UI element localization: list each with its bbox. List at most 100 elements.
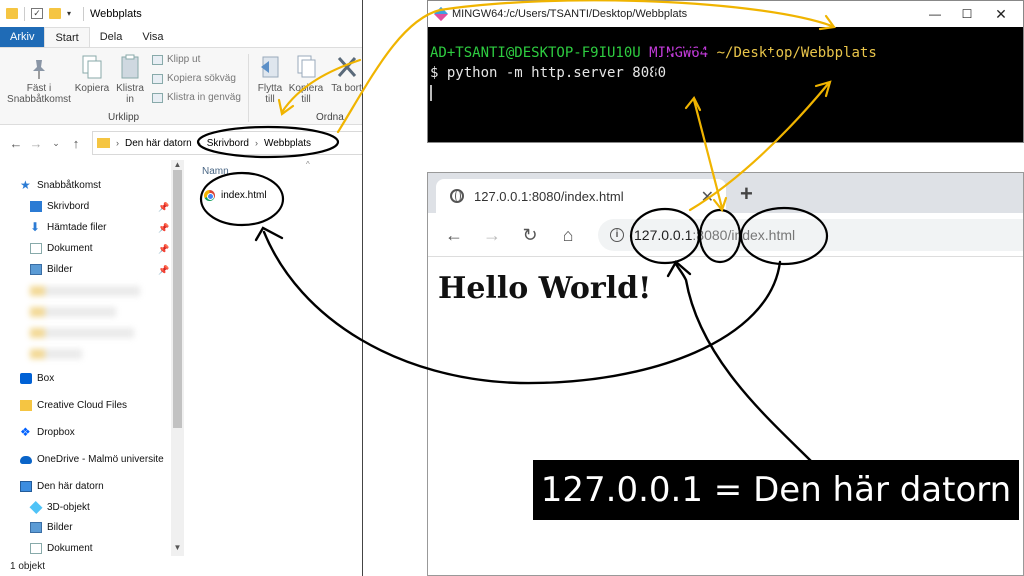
breadcrumb-chevron-icon[interactable]: › (198, 138, 201, 148)
copy-button[interactable]: Kopiera (74, 54, 110, 94)
address-bar[interactable]: › Den här datorn › Skrivbord › Webbplats (92, 131, 362, 155)
copy-path-button[interactable]: Kopiera sökväg (152, 73, 236, 84)
sidebar-item-label: Creative Cloud Files (37, 400, 128, 411)
sidebar-item-label: Snabbåtkomst (37, 180, 101, 191)
move-to-button[interactable]: Flytta till (252, 54, 288, 105)
delete-label: Ta bort (331, 83, 362, 94)
star-icon: ★ (20, 178, 31, 192)
back-arrow-icon[interactable]: ← (6, 136, 26, 151)
blurred-folder (30, 286, 140, 296)
terminal-cursor (430, 85, 432, 101)
blurred-folder (30, 349, 82, 359)
column-header-name[interactable]: Namn (202, 166, 229, 177)
paste-label: Klistra in (116, 83, 144, 105)
tab-start[interactable]: Start (44, 27, 90, 47)
close-icon[interactable]: ✕ (984, 1, 1018, 27)
nav-scrollbar[interactable]: ▲ ▼ (171, 160, 184, 556)
terminal-window: MINGW64:/c/Users/TSANTI/Desktop/Webbplat… (427, 0, 1024, 143)
prompt-user: AD+TSANTI@DESKTOP-F9IU10U (430, 45, 641, 61)
reload-icon[interactable]: ↻ (518, 223, 542, 247)
cut-label: Klipp ut (167, 54, 201, 65)
maximize-icon[interactable]: ☐ (950, 1, 984, 27)
sidebar-item-label: Dropbox (37, 427, 75, 438)
breadcrumb-this-pc[interactable]: Den här datorn (125, 138, 192, 149)
home-icon[interactable]: ⌂ (556, 223, 580, 247)
pin-to-quick-access-button[interactable]: Fäst i Snabbåtkomst (6, 58, 72, 105)
url-path: /index.html (727, 227, 796, 243)
paste-shortcut-button[interactable]: Klistra in genväg (152, 92, 241, 103)
sort-caret-icon: ^ (306, 160, 310, 169)
group-label-clipboard: Urklipp (108, 112, 140, 123)
folder-icon (97, 138, 110, 148)
scroll-down-icon[interactable]: ▼ (171, 543, 184, 552)
sidebar-item-3d-objects[interactable]: 3D-objekt (29, 500, 90, 515)
page-heading: Hello World! (438, 271, 652, 306)
breadcrumb-chevron-icon[interactable]: › (116, 138, 119, 148)
breadcrumb-webbplats[interactable]: Webbplats (264, 138, 311, 149)
copy-label: Kopiera (74, 83, 110, 94)
command-line: $ python -m http.server 8080 (430, 65, 667, 81)
ribbon-divider (248, 54, 249, 122)
up-arrow-icon[interactable]: ↑ (66, 136, 86, 151)
new-folder-icon[interactable] (49, 8, 61, 19)
toolbar-divider (24, 6, 25, 21)
folder-icon (6, 8, 18, 19)
window-title: Webbplats (90, 7, 142, 20)
minimize-icon[interactable]: — (918, 1, 952, 27)
file-item-index-html[interactable]: index.html (204, 190, 267, 201)
tab-visa[interactable]: Visa (132, 27, 173, 47)
prompt-line: AD+TSANTI@DESKTOP-F9IU10U MINGW64 ~/Desk… (430, 43, 1023, 63)
tab-title: 127.0.0.1:8080/index.html (474, 188, 624, 204)
breadcrumb-chevron-icon[interactable]: › (255, 138, 258, 148)
sidebar-item-desktop[interactable]: Skrivbord (30, 201, 89, 212)
sidebar-item-pictures[interactable]: Bilder (30, 264, 73, 275)
paste-button[interactable]: Klistra in (112, 54, 148, 105)
sidebar-item-label: Den här datorn (37, 481, 104, 492)
sidebar-item-box[interactable]: Box (20, 373, 54, 384)
pictures-icon (30, 264, 42, 275)
forward-arrow-icon[interactable]: → (480, 223, 504, 247)
sidebar-item-onedrive[interactable]: OneDrive - Malmö universite (20, 454, 164, 465)
copy-to-button[interactable]: Kopiera till (288, 54, 324, 105)
sidebar-item-dropbox[interactable]: ❖ Dropbox (20, 426, 75, 438)
info-icon[interactable]: i (610, 228, 624, 242)
tab-dela[interactable]: Dela (90, 27, 133, 47)
sidebar-item-documents-pc[interactable]: Dokument (30, 543, 93, 554)
browser-toolbar: ← → ↻ ⌂ i 127.0.0.1:8080/index.html (428, 213, 1023, 257)
sidebar-item-quick-access[interactable]: ★ Snabbåtkomst (20, 178, 101, 192)
breadcrumb-desktop[interactable]: Skrivbord (207, 138, 249, 149)
back-arrow-icon[interactable]: ← (442, 223, 466, 247)
new-tab-plus-icon[interactable]: + (740, 181, 753, 207)
sidebar-item-pictures-pc[interactable]: Bilder (30, 522, 73, 533)
pin-icon: 📌 (158, 244, 170, 254)
delete-button[interactable]: Ta bort (330, 54, 362, 94)
cut-button[interactable]: Klipp ut (152, 54, 200, 65)
terminal-title: MINGW64:/c/Users/TSANTI/Desktop/Webbplat… (452, 8, 688, 20)
scroll-up-icon[interactable]: ▲ (171, 160, 184, 169)
scroll-thumb[interactable] (173, 170, 182, 428)
properties-icon[interactable]: ✓ (31, 8, 43, 19)
url-bar[interactable]: i 127.0.0.1:8080/index.html (598, 219, 1023, 251)
tab-close-icon[interactable]: ✕ (701, 187, 714, 207)
navigation-pane: ★ Snabbåtkomst Skrivbord 📌 ⬇ Hämtade fil… (0, 160, 185, 556)
pictures-icon (30, 522, 42, 533)
forward-arrow-icon[interactable]: → (26, 136, 46, 151)
sidebar-item-this-pc[interactable]: Den här datorn (20, 481, 104, 492)
chevron-down-icon[interactable]: ▾ (67, 9, 77, 18)
sidebar-item-documents[interactable]: Dokument (30, 243, 93, 254)
desktop-icon (30, 201, 42, 212)
prompt-path: ~/Desktop/Webbplats (716, 45, 877, 61)
browser-tab[interactable]: 127.0.0.1:8080/index.html ✕ (436, 179, 726, 213)
globe-icon (450, 189, 464, 203)
sidebar-item-downloads[interactable]: ⬇ Hämtade filer (30, 221, 106, 233)
sidebar-item-creative-cloud[interactable]: Creative Cloud Files (20, 400, 127, 411)
recent-chevron-icon[interactable]: ⌄ (46, 138, 66, 149)
tab-arkiv[interactable]: Arkiv (0, 27, 45, 47)
folder-icon (20, 400, 32, 411)
cloud-icon (20, 455, 32, 464)
sidebar-item-label: Skrivbord (47, 201, 90, 212)
sidebar-item-label: Dokument (47, 243, 93, 254)
terminal-output[interactable]: AD+TSANTI@DESKTOP-F9IU10U MINGW64 ~/Desk… (428, 27, 1023, 142)
url-text: 127.0.0.1:8080/index.html (634, 227, 795, 243)
sidebar-item-label: Bilder (47, 522, 73, 533)
